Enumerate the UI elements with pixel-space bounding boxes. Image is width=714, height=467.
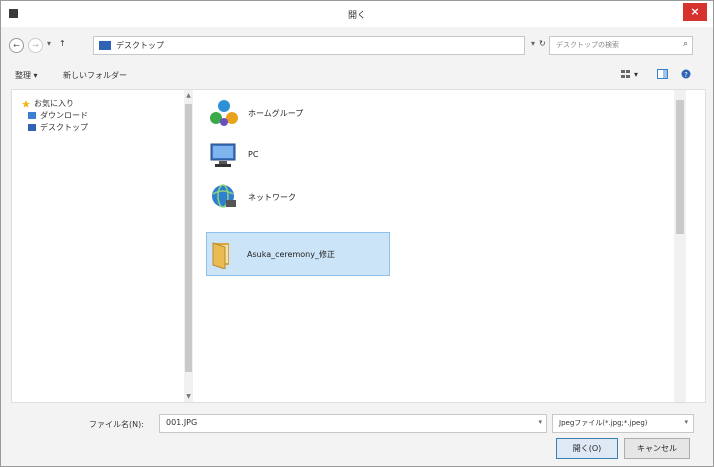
search-placeholder: デスクトップの検索: [556, 41, 619, 49]
content-area: お気に入り ダウンロード デスクトップ ▲ ▼ ホームグループ PC ネットワー…: [11, 89, 706, 403]
list-item-label: ネットワーク: [248, 193, 296, 202]
scroll-down-arrow[interactable]: ▼: [184, 393, 193, 400]
preview-pane-icon[interactable]: [657, 69, 668, 79]
pc-icon: [208, 140, 240, 170]
cancel-button[interactable]: キャンセル: [624, 438, 690, 459]
address-path[interactable]: デスクトップ: [116, 40, 164, 51]
help-icon[interactable]: ?: [681, 69, 691, 79]
scrollbar-thumb[interactable]: [676, 100, 684, 234]
desktop-folder-icon: [99, 41, 111, 50]
filename-label: ファイル名(N):: [89, 420, 144, 429]
sidebar-item-desktop[interactable]: デスクトップ: [28, 122, 88, 133]
recent-locations-dropdown[interactable]: ▾: [47, 39, 51, 48]
list-item-network[interactable]: ネットワーク: [208, 180, 388, 214]
search-box[interactable]: デスクトップの検索 ⌕: [549, 36, 693, 55]
navigation-pane-scrollbar[interactable]: ▲ ▼: [184, 90, 193, 402]
list-item-label: Asuka_ceremony_修正: [247, 250, 335, 259]
star-icon: [22, 100, 30, 108]
network-icon: [208, 182, 240, 212]
search-icon[interactable]: ⌕: [683, 39, 688, 49]
svg-text:?: ?: [684, 71, 688, 79]
folder-icon: [207, 239, 239, 270]
dialog-title: 開く: [347, 11, 366, 21]
up-button[interactable]: ↑: [59, 39, 66, 48]
title-bar[interactable]: 開く ×: [1, 1, 713, 27]
new-folder-button[interactable]: 新しいフォルダー: [63, 70, 127, 81]
open-file-dialog: 開く × ← → ▾ ↑ デスクトップ ▾ ↻ デスクトップの検索 ⌕ 整理 ▾…: [0, 0, 714, 467]
download-folder-icon: [28, 112, 36, 119]
chevron-down-icon[interactable]: ▾: [684, 418, 688, 426]
chevron-down-icon[interactable]: ▾: [538, 418, 542, 426]
scroll-up-arrow[interactable]: ▲: [184, 92, 193, 99]
close-button[interactable]: ×: [683, 3, 707, 21]
list-item-label: ホームグループ: [248, 109, 304, 118]
address-dropdown[interactable]: ▾: [531, 39, 535, 48]
desktop-icon: [28, 124, 36, 131]
list-item-homegroup[interactable]: ホームグループ: [208, 96, 388, 130]
filename-input[interactable]: 001.JPG ▾: [159, 414, 547, 433]
address-bar[interactable]: デスクトップ: [93, 36, 525, 55]
sidebar-item-favorites[interactable]: お気に入り: [22, 98, 74, 109]
refresh-button[interactable]: ↻: [539, 39, 546, 48]
organize-menu[interactable]: 整理 ▾: [15, 70, 38, 81]
back-button[interactable]: ←: [9, 38, 24, 53]
list-item-pc[interactable]: PC: [208, 138, 388, 172]
file-type-select[interactable]: Jpegファイル(*.jpg;*.jpeg) ▾: [552, 414, 694, 433]
scrollbar-thumb[interactable]: [185, 104, 192, 372]
list-item-label: PC: [248, 150, 259, 159]
filename-value[interactable]: 001.JPG: [166, 418, 197, 427]
toolbar: 整理 ▾ 新しいフォルダー ▾ ?: [1, 65, 713, 87]
address-row: ← → ▾ ↑ デスクトップ ▾ ↻ デスクトップの検索 ⌕: [1, 34, 713, 56]
file-type-value: Jpegファイル(*.jpg;*.jpeg): [559, 419, 648, 427]
forward-button[interactable]: →: [28, 38, 43, 53]
sidebar-item-label: デスクトップ: [40, 123, 88, 132]
open-button[interactable]: 開く(O): [556, 438, 618, 459]
navigation-pane: お気に入り ダウンロード デスクトップ: [12, 90, 184, 402]
homegroup-icon: [208, 98, 240, 128]
list-item-folder[interactable]: Asuka_ceremony_修正: [206, 232, 390, 276]
view-options-icon[interactable]: [621, 69, 631, 79]
sidebar-item-label: ダウンロード: [40, 111, 88, 120]
sidebar-item-label: お気に入り: [34, 99, 74, 108]
sidebar-item-downloads[interactable]: ダウンロード: [28, 110, 88, 121]
file-list: ホームグループ PC ネットワーク Asuka_ceremony_修正: [194, 90, 686, 402]
view-options-dropdown[interactable]: ▾: [634, 70, 638, 79]
file-list-scrollbar[interactable]: [674, 90, 686, 402]
